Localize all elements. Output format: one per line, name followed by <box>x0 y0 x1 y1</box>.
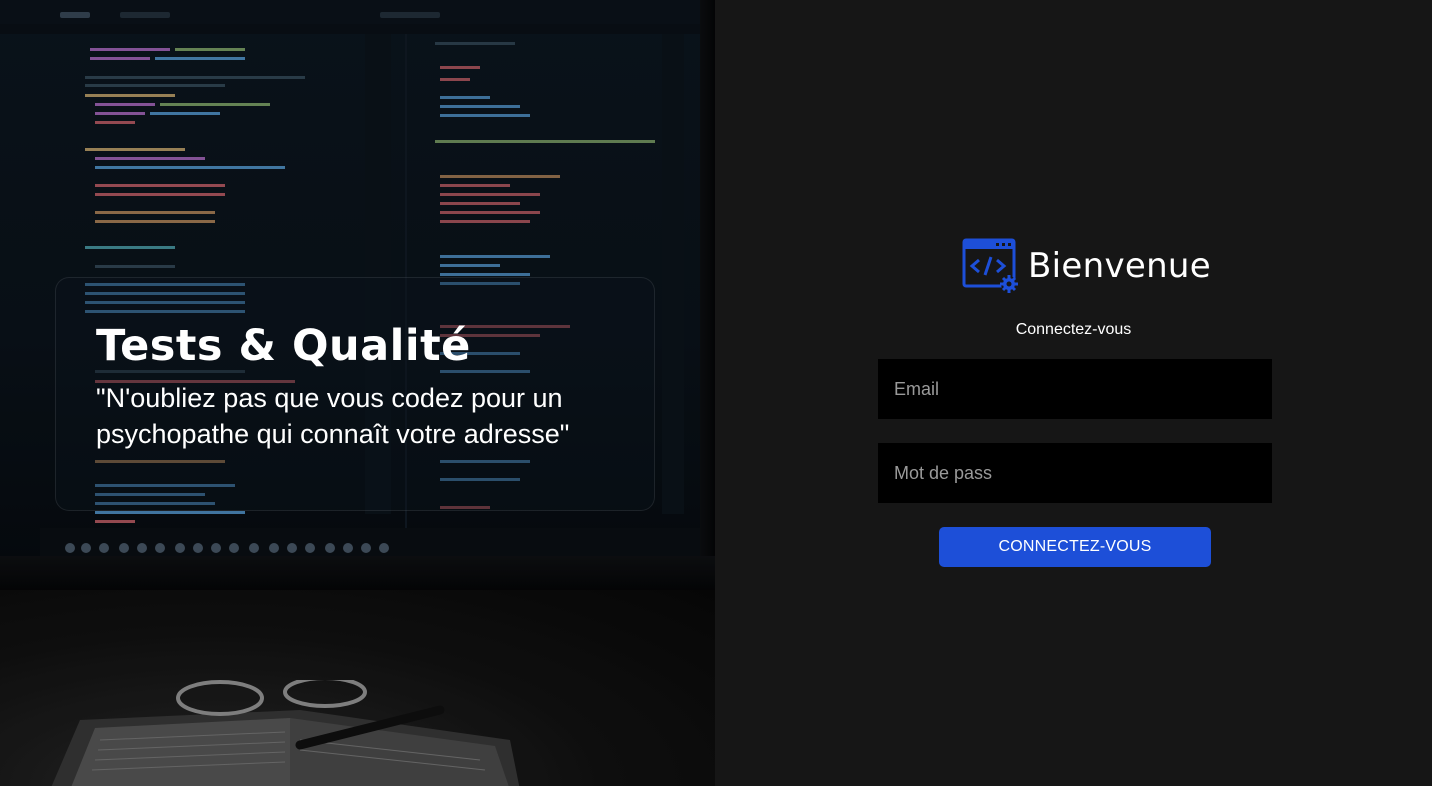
quote-card: Tests & Qualité "N'oubliez pas que vous … <box>55 277 655 511</box>
hero-title: Tests & Qualité <box>96 321 471 371</box>
login-page: Tests & Qualité "N'oubliez pas que vous … <box>0 0 1432 786</box>
hero-quote: "N'oubliez pas que vous codez pour un ps… <box>96 383 570 449</box>
hero-section: Tests & Qualité "N'oubliez pas que vous … <box>0 0 715 786</box>
password-field[interactable] <box>878 443 1272 503</box>
code-window-gear-icon <box>962 238 1018 293</box>
login-panel: Bienvenue Connectez-vous CONNECTEZ-VOUS <box>715 0 1432 786</box>
brand-header: Bienvenue <box>962 238 1211 294</box>
brand-title: Bienvenue <box>1028 246 1211 286</box>
login-subtitle: Connectez-vous <box>1015 321 1132 338</box>
login-submit-button[interactable]: CONNECTEZ-VOUS <box>939 527 1211 567</box>
email-field[interactable] <box>878 359 1272 419</box>
